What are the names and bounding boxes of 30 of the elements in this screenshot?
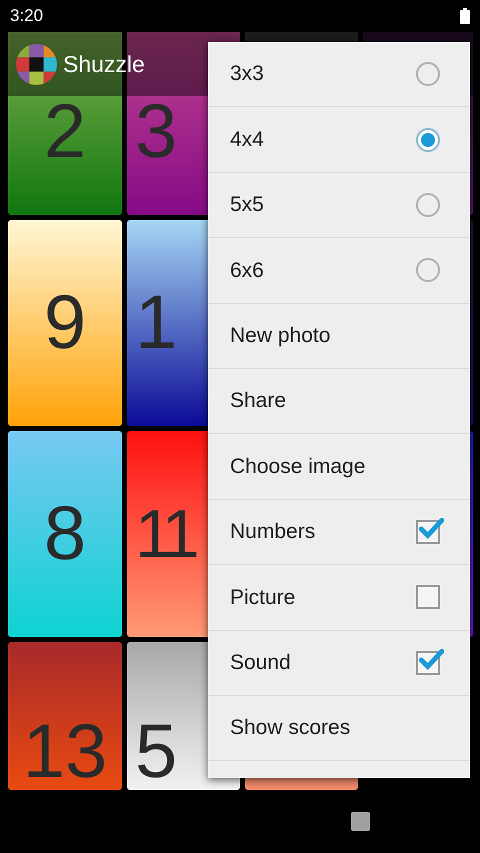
menu-item[interactable]: New photo — [208, 304, 470, 369]
battery-icon — [460, 8, 470, 24]
menu-item[interactable]: 4x4 — [208, 107, 470, 173]
radio-button[interactable] — [416, 128, 440, 152]
puzzle-tile[interactable]: 8 — [8, 431, 122, 637]
radio-button[interactable] — [416, 62, 440, 86]
menu-item[interactable]: Picture — [208, 565, 470, 631]
menu-item[interactable]: Choose image — [208, 434, 470, 500]
tile-number: 13 — [22, 714, 108, 790]
radio-button[interactable] — [416, 192, 440, 217]
recents-icon[interactable] — [350, 812, 370, 831]
tile-number: 1 — [135, 285, 178, 361]
puzzle-tile[interactable]: 2 — [8, 96, 122, 215]
menu-item[interactable]: Share — [208, 368, 470, 434]
menu-item[interactable]: 3x3 — [208, 42, 470, 108]
tile-number: 8 — [44, 496, 86, 572]
status-time: 3:20 — [10, 5, 44, 28]
menu-item[interactable]: 5x5 — [208, 172, 470, 238]
tile-number: 2 — [44, 94, 86, 170]
app-title: Shuzzle — [63, 50, 145, 79]
tile-number: 9 — [44, 285, 86, 361]
checkbox[interactable] — [416, 585, 440, 610]
tile-number: 11 — [135, 500, 194, 568]
radio-button[interactable] — [416, 258, 440, 282]
menu-item[interactable]: Show scores — [208, 696, 470, 762]
app-logo-icon — [16, 44, 57, 84]
menu-item[interactable]: 6x6 — [208, 238, 470, 304]
tile-number: 5 — [135, 714, 178, 790]
tile-number: 3 — [135, 94, 178, 170]
puzzle-tile[interactable]: 9 — [8, 220, 122, 426]
